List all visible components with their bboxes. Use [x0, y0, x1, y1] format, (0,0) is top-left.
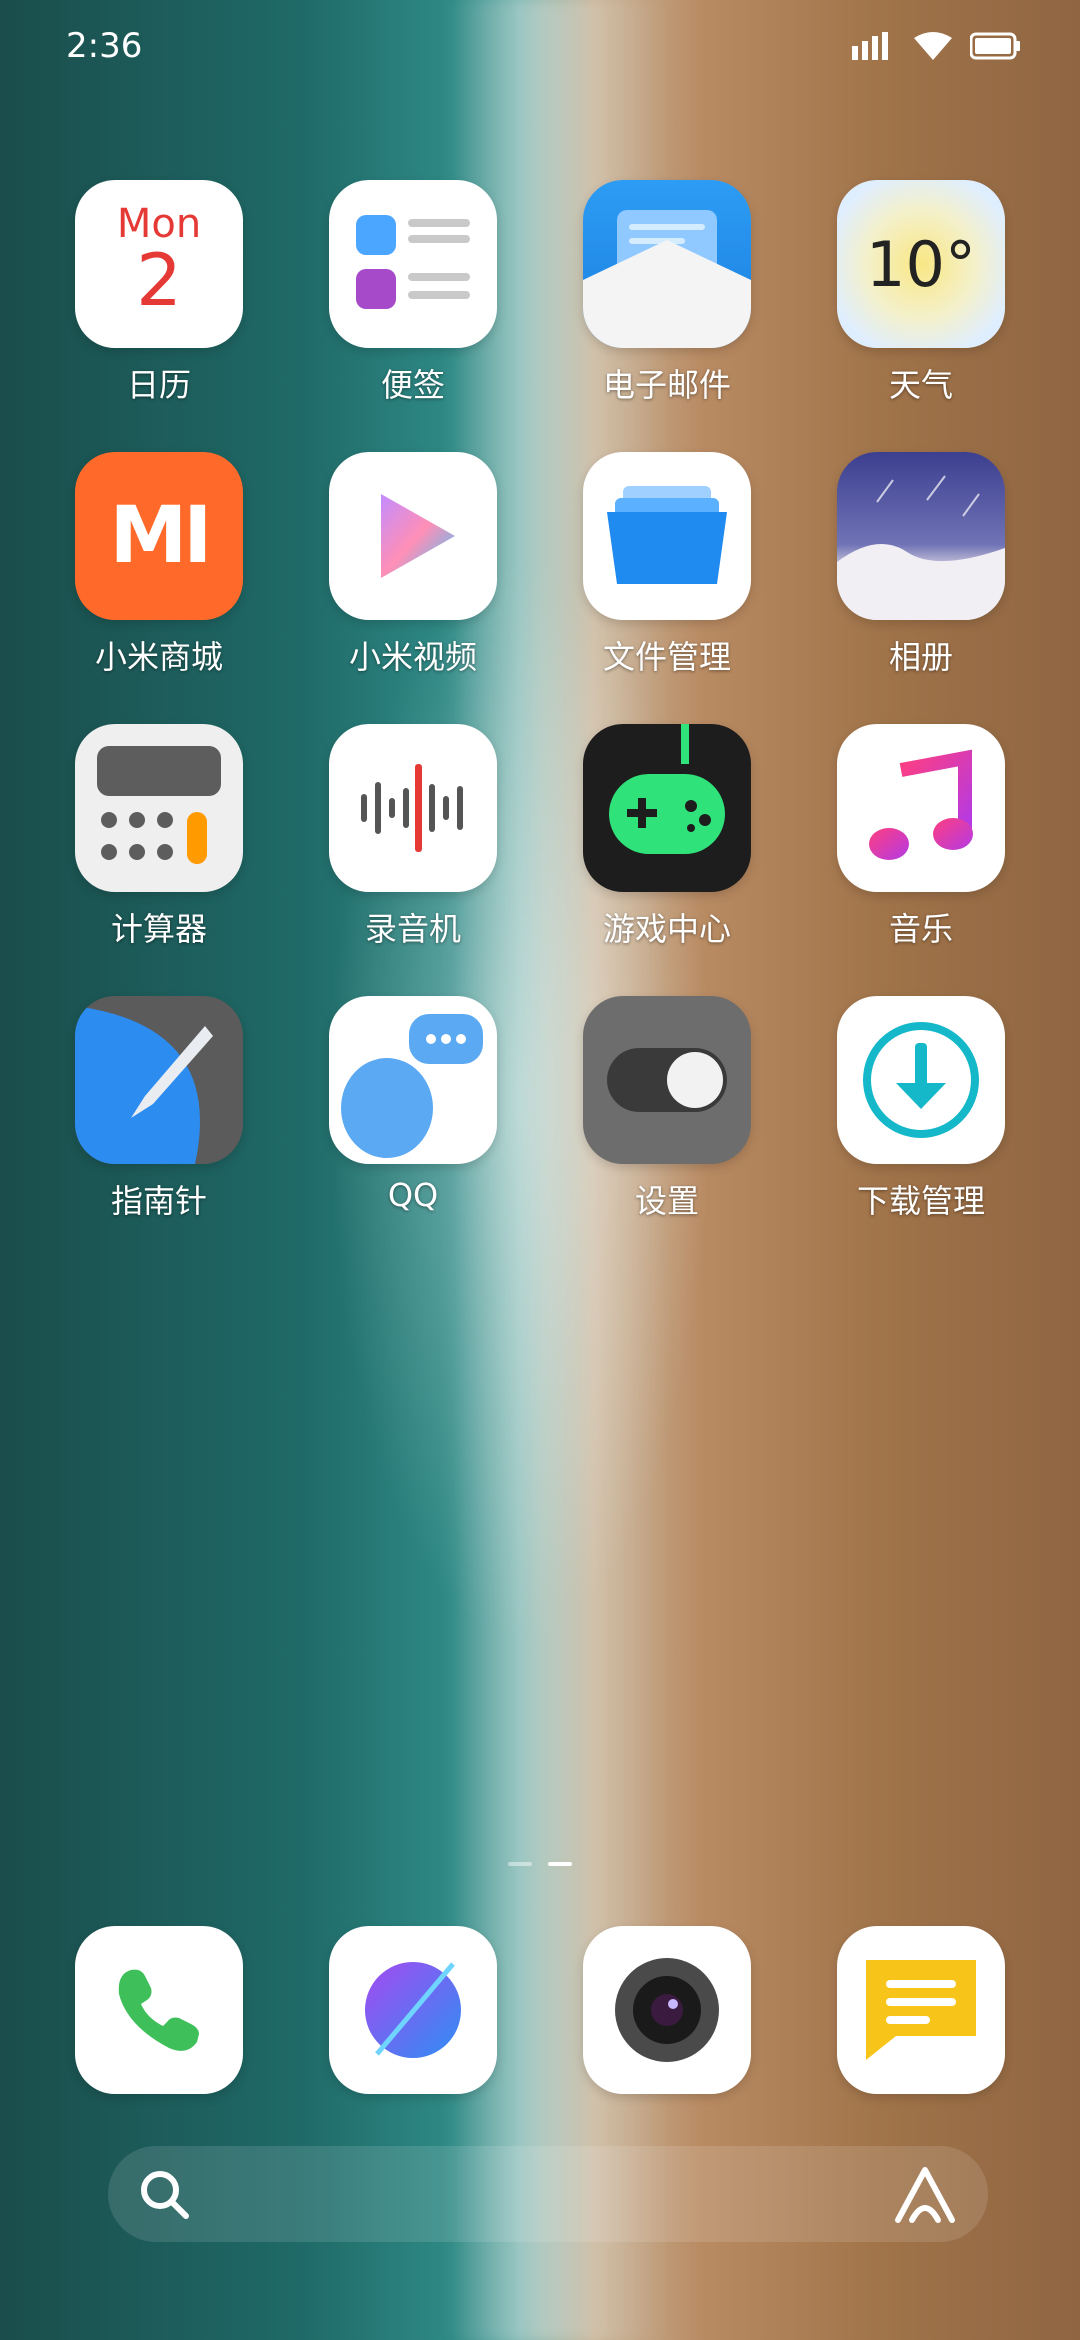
app-label: 电子邮件: [602, 366, 731, 404]
search-icon[interactable]: [136, 2166, 192, 2222]
recorder-icon: [329, 724, 497, 892]
page-indicator: [0, 1862, 1080, 1866]
gallery-icon: [837, 452, 1005, 620]
app-download-manager[interactable]: 下载管理: [794, 996, 1048, 1222]
app-file-manager[interactable]: 文件管理: [540, 452, 794, 678]
dock-phone[interactable]: [32, 1926, 286, 2094]
app-game-center[interactable]: 游戏中心: [540, 724, 794, 950]
app-grid: Mon 2 日历 便签 电子邮件 10° 天气 MI 小米商城 小米视频 文件管…: [0, 180, 1080, 1222]
mi-store-icon: mi: [75, 452, 243, 620]
message-icon: [837, 1926, 1005, 2094]
battery-icon: [970, 32, 1020, 60]
compass-icon: [75, 996, 243, 1164]
camera-icon: [583, 1926, 751, 2094]
app-mi-store[interactable]: mi 小米商城: [32, 452, 286, 678]
dock-browser[interactable]: [286, 1926, 540, 2094]
page-dot: [508, 1862, 532, 1866]
weather-temp: 10°: [866, 227, 976, 301]
calculator-icon: [75, 724, 243, 892]
dock-messages[interactable]: [794, 1926, 1048, 2094]
music-icon: [837, 724, 1005, 892]
settings-toggle-icon: [583, 996, 751, 1164]
notes-icon: [329, 180, 497, 348]
app-label: 计算器: [110, 910, 207, 948]
folder-icon: [583, 452, 751, 620]
mi-logo-text: mi: [109, 491, 213, 581]
status-time: 2:36: [66, 26, 143, 66]
status-bar: 2:36: [0, 0, 1080, 92]
app-gallery[interactable]: 相册: [794, 452, 1048, 678]
app-label: 便签: [380, 366, 445, 404]
app-settings[interactable]: 设置: [540, 996, 794, 1222]
app-email[interactable]: 电子邮件: [540, 180, 794, 406]
calendar-date: 2: [136, 238, 182, 322]
app-compass[interactable]: 指南针: [32, 996, 286, 1222]
app-label: 文件管理: [602, 638, 731, 676]
phone-icon: [75, 1926, 243, 2094]
app-calendar[interactable]: Mon 2 日历: [32, 180, 286, 406]
app-qq[interactable]: QQ: [286, 996, 540, 1222]
dock-camera[interactable]: [540, 1926, 794, 2094]
app-mi-video[interactable]: 小米视频: [286, 452, 540, 678]
search-bar[interactable]: [108, 2146, 988, 2242]
app-label: 录音机: [364, 910, 461, 948]
app-weather[interactable]: 10° 天气: [794, 180, 1048, 406]
app-label: 天气: [888, 366, 953, 404]
status-icons: [852, 32, 1020, 60]
app-label: 小米商城: [94, 638, 223, 676]
qq-icon: [329, 996, 497, 1164]
app-label: 音乐: [888, 910, 953, 948]
dock: [0, 1926, 1080, 2094]
app-music[interactable]: 音乐: [794, 724, 1048, 950]
assistant-icon[interactable]: [890, 2162, 960, 2226]
app-label: 小米视频: [348, 638, 477, 676]
app-label: 指南针: [110, 1182, 207, 1220]
app-label: QQ: [387, 1176, 439, 1214]
wifi-icon: [914, 32, 952, 60]
app-calculator[interactable]: 计算器: [32, 724, 286, 950]
weather-icon: 10°: [837, 180, 1005, 348]
app-label: 下载管理: [856, 1182, 985, 1220]
app-notes[interactable]: 便签: [286, 180, 540, 406]
app-label: 相册: [888, 638, 953, 676]
download-icon: [837, 996, 1005, 1164]
app-label: 日历: [126, 366, 191, 404]
app-recorder[interactable]: 录音机: [286, 724, 540, 950]
email-icon: [583, 180, 751, 348]
calendar-icon: Mon 2: [75, 180, 243, 348]
app-label: 游戏中心: [602, 910, 731, 948]
browser-icon: [329, 1926, 497, 2094]
gamepad-icon: [583, 724, 751, 892]
page-dot-active: [548, 1862, 572, 1866]
app-label: 设置: [634, 1182, 699, 1220]
video-play-icon: [329, 452, 497, 620]
signal-icon: [852, 32, 888, 60]
